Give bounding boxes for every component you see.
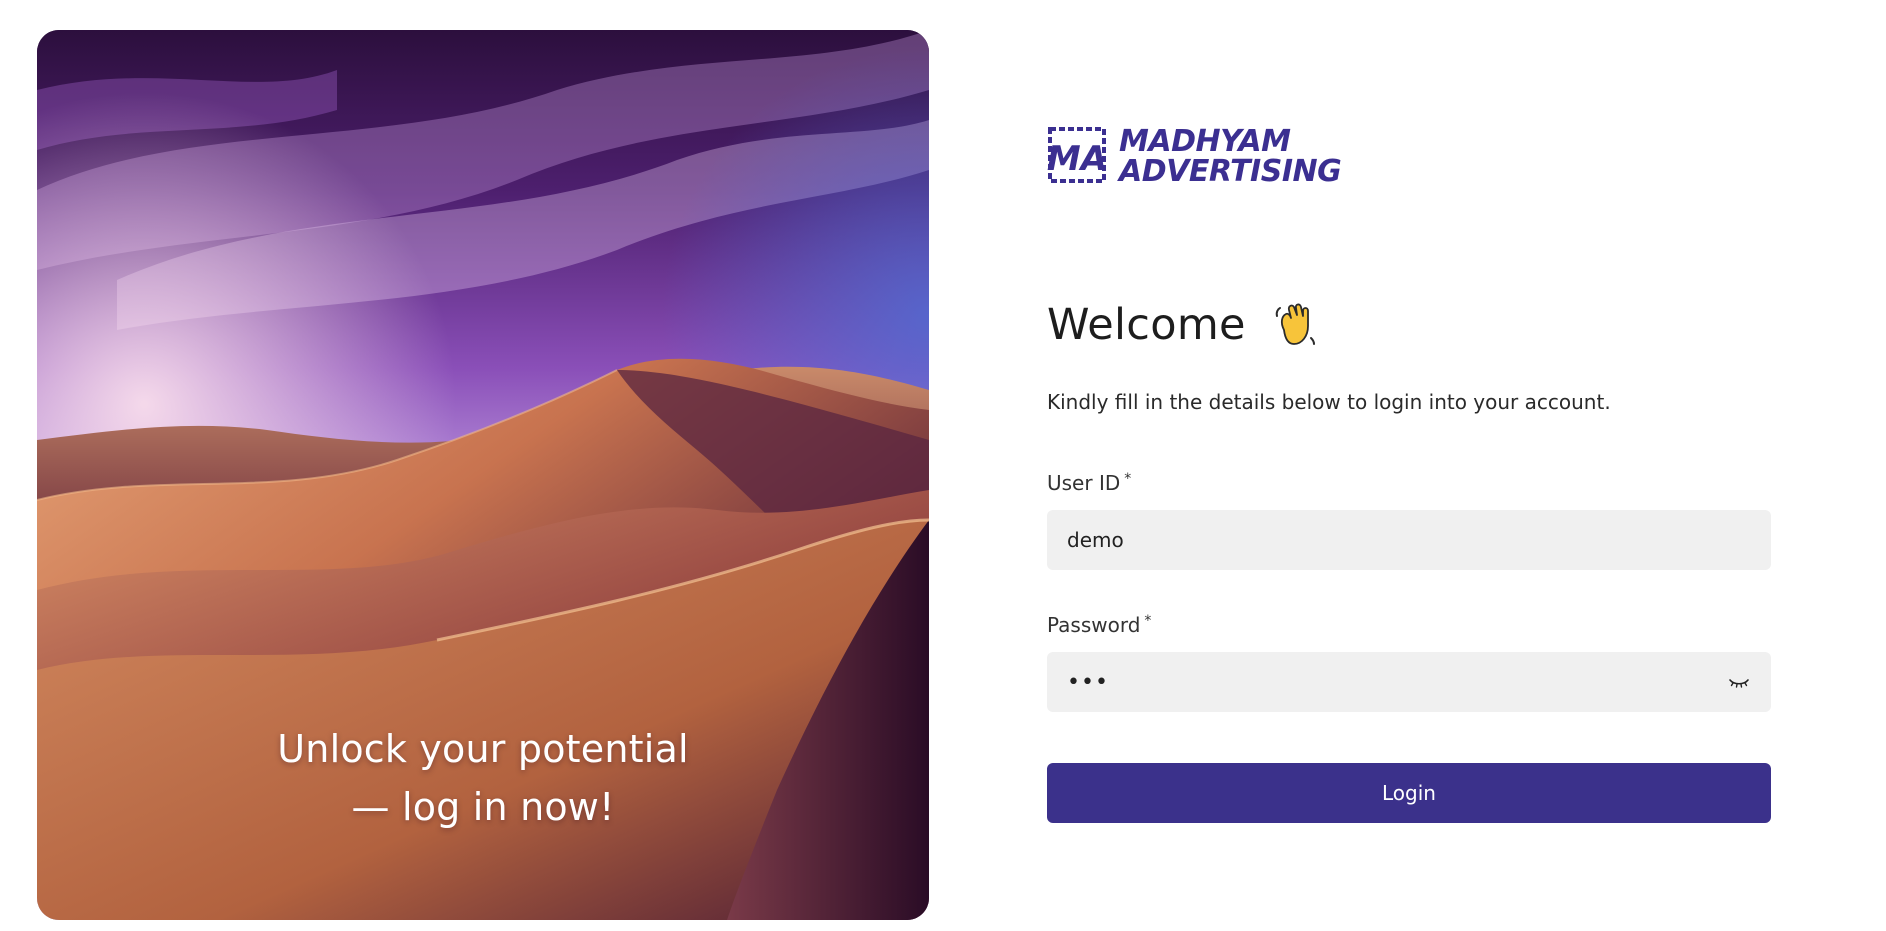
password-input[interactable] [1067, 669, 1727, 695]
hero-caption-line-1: Unlock your potential [277, 727, 689, 771]
password-required-mark: * [1144, 613, 1152, 629]
user-id-label: User ID * [1047, 471, 1131, 495]
hero-caption: Unlock your potential — log in now! [37, 720, 929, 836]
hero-panel: Unlock your potential — log in now! [37, 30, 929, 920]
logo-mark-letters: MA [1047, 139, 1107, 179]
login-page: Unlock your potential — log in now! MA M… [0, 0, 1886, 931]
password-field-wrapper [1047, 652, 1771, 712]
logo-line-1: MADHYAM [1119, 124, 1291, 159]
password-label-text: Password [1047, 613, 1141, 637]
logo-line-2: ADVERTISING [1119, 154, 1342, 189]
waving-hand-icon [1270, 300, 1320, 350]
user-id-input[interactable] [1067, 528, 1751, 552]
logo-wordmark: MADHYAM ADVERTISING [1119, 124, 1342, 189]
user-id-label-text: User ID [1047, 471, 1121, 495]
welcome-title: Welcome [1047, 300, 1246, 350]
user-id-required-mark: * [1124, 471, 1132, 487]
login-button[interactable]: Login [1047, 763, 1771, 823]
logo-mark-icon: MA [1047, 126, 1107, 188]
user-id-field-wrapper [1047, 510, 1771, 570]
eye-closed-icon[interactable] [1727, 670, 1751, 694]
password-label: Password * [1047, 613, 1151, 637]
hero-caption-line-2: — log in now! [351, 785, 615, 829]
welcome-heading: Welcome [1047, 300, 1320, 350]
company-logo: MA MADHYAM ADVERTISING [1047, 124, 1342, 190]
welcome-subtitle: Kindly fill in the details below to logi… [1047, 390, 1611, 414]
